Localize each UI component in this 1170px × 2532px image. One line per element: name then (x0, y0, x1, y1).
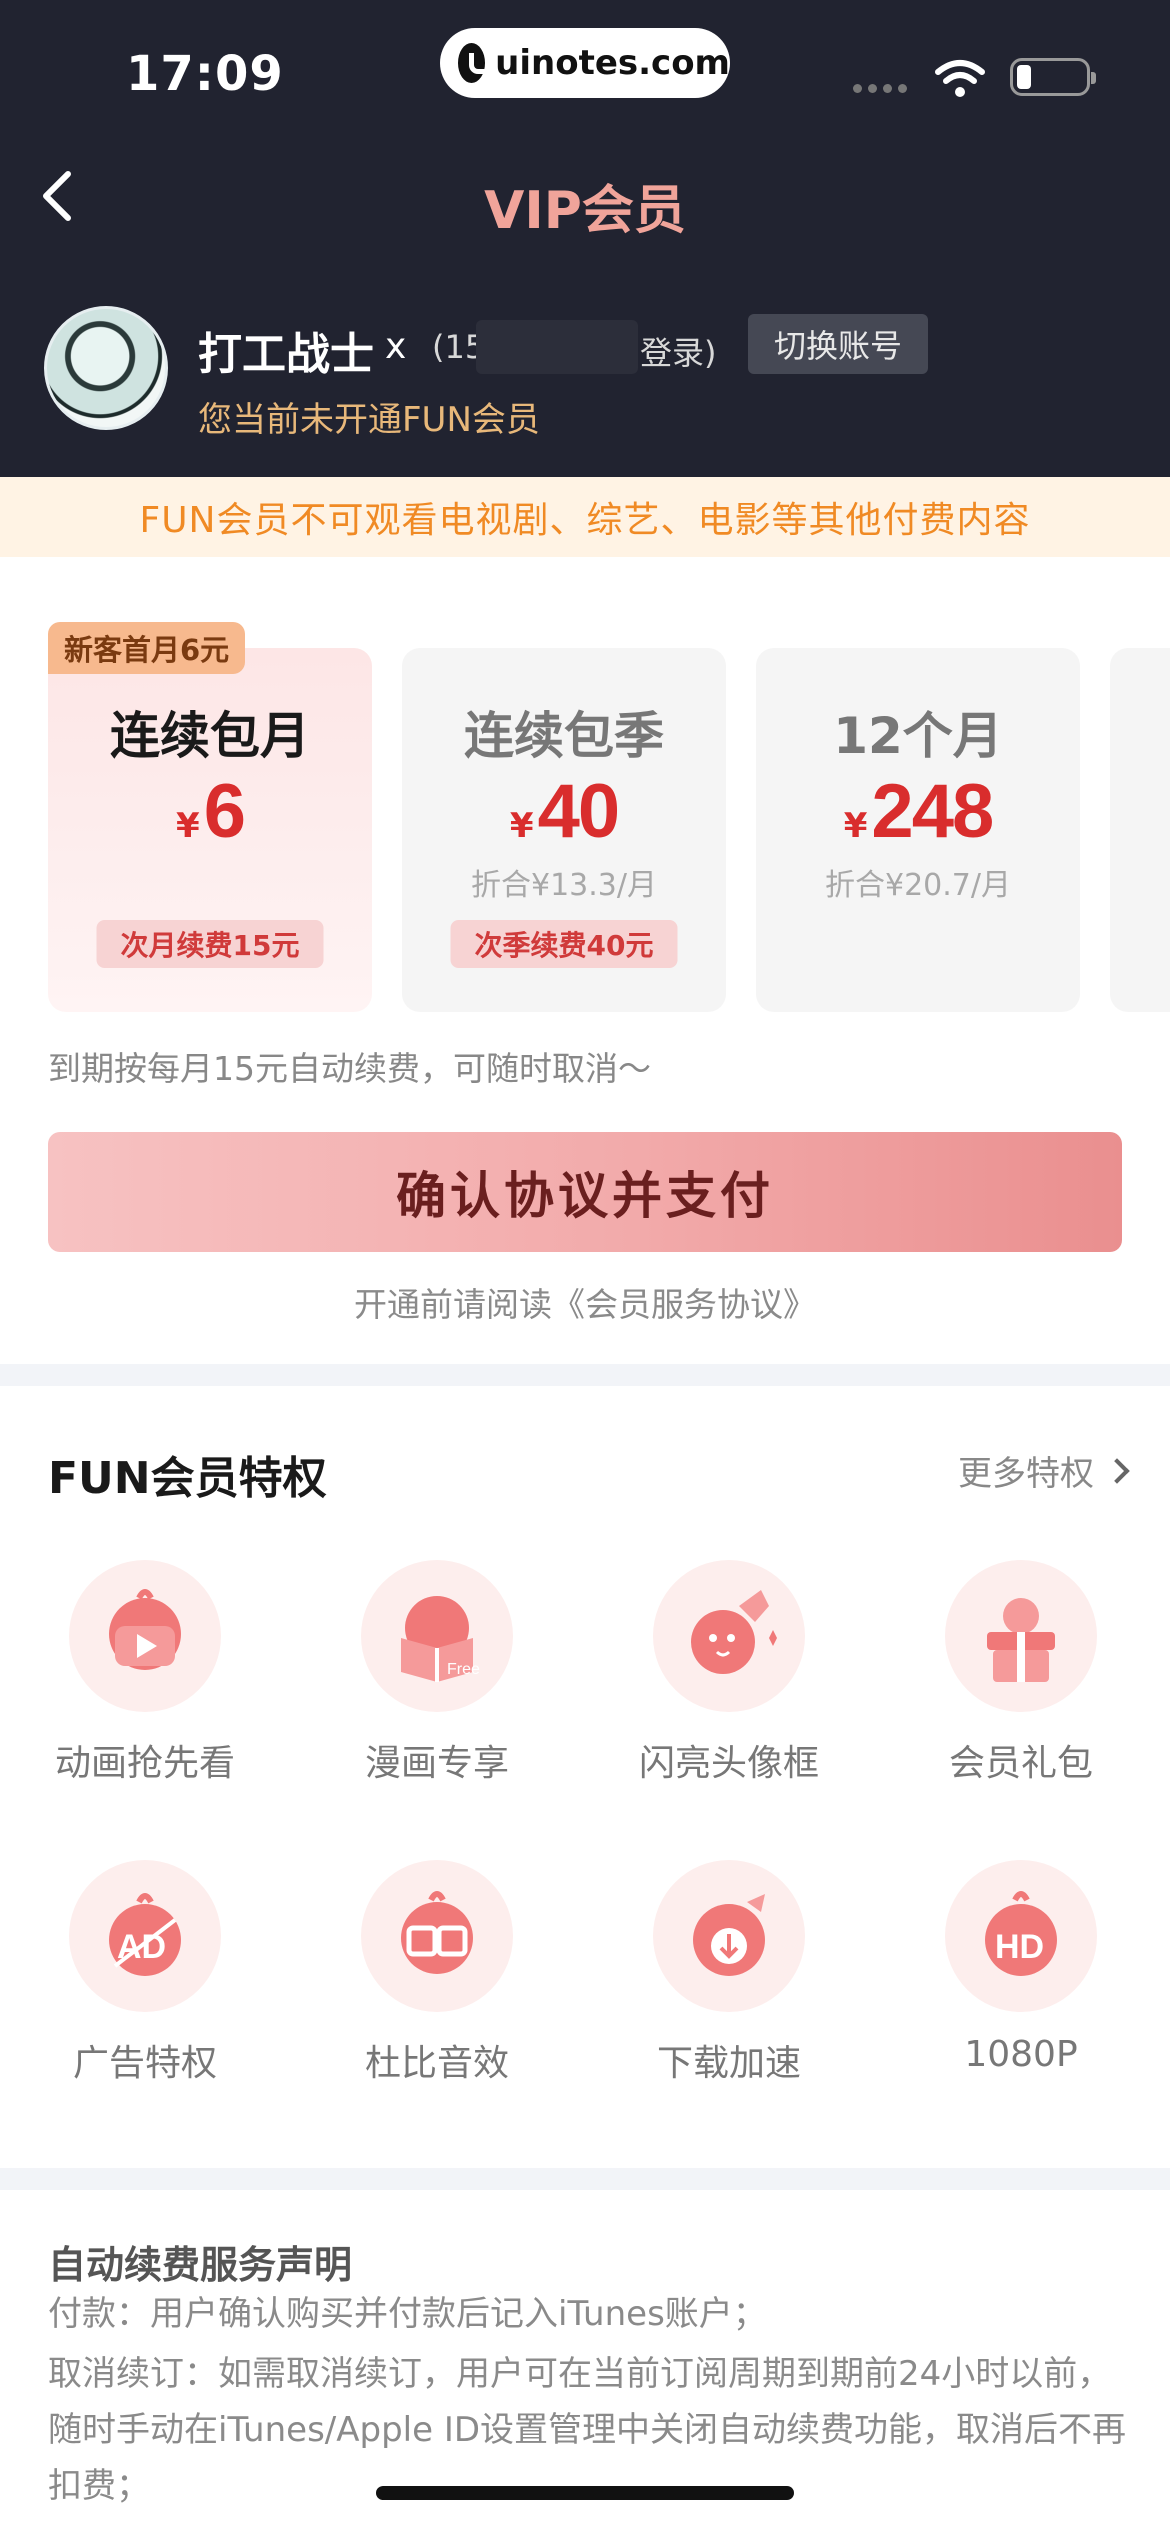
new-user-tag: 新客首月6元 (48, 622, 246, 674)
declaration-payment: 付款：用户确认购买并付款后记入iTunes账户； (48, 2294, 767, 2334)
privilege-label: 漫画专享 (364, 1743, 509, 1784)
privilege-label: 1080P (964, 2034, 1078, 2075)
url-text: uinotes.com (495, 43, 730, 83)
user-name: 打工战士 (198, 329, 374, 380)
dolby-icon (401, 1891, 473, 1974)
privileges-title: FUN会员特权 (48, 1453, 327, 1504)
plan-per-month: 折合¥13.3/月 (471, 868, 657, 903)
privilege-label: 会员礼包 (948, 1743, 1093, 1784)
privilege-label: 动画抢先看 (54, 1743, 235, 1784)
privilege-item[interactable]: Free 漫画专享 (292, 1560, 582, 1786)
plan-name: 连续包季 (464, 707, 664, 765)
notice-banner: FUN会员不可观看电视剧、综艺、电影等其他付费内容 (0, 477, 1170, 557)
url-pill: uinotes.com (440, 28, 730, 98)
plan-price: ¥248 (843, 769, 994, 854)
privilege-label: 闪亮头像框 (638, 1743, 819, 1784)
plan-price: ¥40 (509, 769, 620, 854)
chevron-right-icon (1104, 1457, 1130, 1484)
wifi-icon (935, 60, 985, 97)
plan-renew-badge: 次月续费15元 (96, 920, 324, 968)
auto-renew-note: 到期按每月15元自动续费，可随时取消～ (48, 1049, 651, 1088)
privilege-label: 下载加速 (656, 2043, 801, 2084)
hd-icon: HD (985, 1891, 1057, 1976)
membership-status: 您当前未开通FUN会员 (198, 400, 540, 440)
home-indicator[interactable] (376, 2486, 794, 2500)
no-ad-icon: AD (109, 1893, 181, 1976)
privilege-item[interactable]: 会员礼包 (876, 1560, 1166, 1786)
svg-text:HD: HD (995, 1928, 1044, 1966)
plan-name: 12个月 (833, 707, 1003, 765)
plan-card-yearly[interactable]: 12个月 ¥248 折合¥20.7/月 (756, 648, 1080, 1012)
avatar-frame-icon (691, 1590, 777, 1674)
phone-mask (476, 320, 638, 374)
privilege-item[interactable]: HD 1080P (876, 1860, 1166, 2075)
plan-price: ¥6 (176, 769, 246, 854)
plan-renew-badge: 次季续费40元 (450, 920, 678, 968)
anime-play-icon (109, 1589, 181, 1670)
plan-per-month: 折合¥20.7/月 (825, 868, 1011, 903)
agreement-link[interactable]: 开通前请阅读《会员服务协议》 (0, 1278, 1170, 1326)
page-title: VIP会员 (484, 181, 686, 241)
signal-icon (853, 84, 907, 93)
svg-text:Free: Free (447, 1661, 480, 1678)
status-time: 17:09 (126, 46, 284, 102)
more-privileges-link[interactable]: 更多特权 (958, 1446, 1130, 1495)
privilege-item[interactable]: AD 广告特权 (0, 1860, 290, 2086)
privilege-item[interactable]: 闪亮头像框 (584, 1560, 874, 1786)
section-divider (0, 1364, 1170, 1386)
plan-card-monthly[interactable]: 连续包月 ¥6 次月续费15元 (48, 648, 372, 1012)
avatar[interactable] (44, 306, 168, 430)
declaration-title: 自动续费服务声明 (48, 2243, 353, 2287)
user-name-suffix: x (385, 326, 407, 367)
switch-account-button[interactable]: 切换账号 (748, 314, 928, 374)
plan-name: 连续包月 (110, 707, 310, 765)
plan-card-quarterly[interactable]: 连续包季 ¥40 折合¥13.3/月 次季续费40元 (402, 648, 726, 1012)
privilege-label: 广告特权 (72, 2043, 217, 2084)
privilege-item[interactable]: 杜比音效 (292, 1860, 582, 2086)
privilege-label: 杜比音效 (364, 2043, 509, 2084)
battery-icon (1010, 58, 1096, 96)
login-method: 登录) (640, 334, 717, 372)
site-logo-icon (458, 43, 498, 83)
plan-card-partial[interactable] (1110, 648, 1170, 1012)
more-privileges-label: 更多特权 (958, 1454, 1094, 1494)
confirm-pay-button[interactable]: 确认协议并支付 (48, 1132, 1122, 1252)
privilege-item[interactable]: 动画抢先看 (0, 1560, 290, 1786)
privilege-item[interactable]: 下载加速 (584, 1860, 874, 2086)
download-icon (693, 1894, 765, 1976)
comic-book-icon: Free (401, 1596, 480, 1682)
gift-box-icon (987, 1598, 1055, 1682)
section-divider (0, 2168, 1170, 2190)
